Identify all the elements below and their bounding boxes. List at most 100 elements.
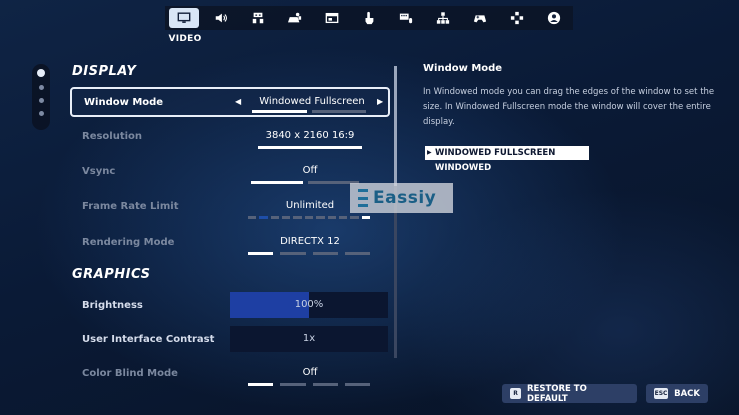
restore-default-button[interactable]: R RESTORE TO DEFAULT: [502, 383, 637, 404]
setting-ui-contrast[interactable]: User Interface Contrast 1x: [70, 326, 390, 356]
section-navigator: [32, 64, 50, 130]
key-hint-esc-icon: ESC: [654, 388, 669, 399]
section-dot-graphics[interactable]: [38, 85, 44, 90]
help-title: Window Mode: [423, 63, 503, 74]
dpad-icon: [510, 11, 524, 25]
setting-label: Brightness: [82, 300, 143, 311]
section-dot-4[interactable]: [38, 111, 44, 116]
setting-value: Off: [302, 165, 318, 176]
option-segment: [270, 216, 280, 219]
help-option-windowed: WINDOWED: [435, 163, 492, 173]
option-segment: [338, 216, 348, 219]
setting-frame-rate-limit[interactable]: Frame Rate Limit Unlimited: [70, 193, 390, 223]
contrast-slider[interactable]: 1x: [230, 326, 388, 352]
option-indicator: [248, 252, 370, 255]
tab-ui[interactable]: [317, 8, 347, 28]
settings-tab-bar: [165, 6, 573, 30]
option-segment: [311, 110, 366, 113]
tab-controller-touch[interactable]: [280, 8, 310, 28]
active-tab-caption: VIDEO: [168, 34, 202, 44]
tab-audio[interactable]: [206, 8, 236, 28]
tab-touch[interactable]: [354, 8, 384, 28]
keyboard-mouse-icon: [399, 13, 413, 24]
gamepad-icon: [473, 15, 487, 23]
restore-default-label: RESTORE TO DEFAULT: [527, 383, 587, 404]
option-segment: [252, 110, 307, 113]
back-label: BACK: [674, 388, 700, 399]
back-button[interactable]: ESC BACK: [646, 384, 708, 403]
option-segment: [258, 146, 362, 149]
setting-value: 100%: [294, 299, 324, 310]
setting-rendering-mode[interactable]: Rendering Mode DIRECTX 12: [70, 229, 390, 259]
watermark-logo-icon: [358, 189, 368, 207]
option-indicator: [248, 383, 370, 386]
network-icon: [436, 12, 450, 24]
controller-touch-icon: [288, 12, 302, 23]
setting-label: Vsync: [82, 166, 116, 177]
brightness-slider[interactable]: 100%: [230, 292, 388, 318]
setting-label: Frame Rate Limit: [82, 201, 179, 212]
watermark: Eassiy: [350, 183, 453, 213]
option-indicator: [252, 110, 366, 113]
setting-value: 3840 x 2160 16:9: [265, 130, 355, 141]
option-segment: [344, 252, 370, 255]
setting-label: Rendering Mode: [82, 237, 175, 248]
option-segment: [312, 252, 338, 255]
tab-controller-bindings[interactable]: [502, 8, 532, 28]
option-segment: [248, 252, 274, 255]
option-segment: [280, 383, 306, 386]
setting-brightness[interactable]: Brightness 100%: [70, 292, 390, 322]
help-option-windowed-fullscreen: WINDOWED FULLSCREEN: [425, 146, 589, 160]
tab-video[interactable]: [169, 8, 199, 28]
setting-value: DIRECTX 12: [280, 236, 340, 247]
option-segment: [280, 252, 306, 255]
tab-network[interactable]: [428, 8, 458, 28]
option-segment: [344, 383, 370, 386]
setting-window-mode[interactable]: Window Mode ◀ Windowed Fullscreen ▶: [70, 87, 390, 117]
monitor-icon: [177, 12, 191, 23]
option-segment: [327, 216, 336, 219]
setting-label: Resolution: [82, 131, 143, 142]
tab-controller[interactable]: [465, 8, 495, 28]
option-segment: [293, 216, 302, 219]
tab-account[interactable]: [539, 8, 569, 28]
section-dot-display[interactable]: [37, 69, 45, 77]
section-title-graphics: GRAPHICS: [72, 267, 151, 282]
account-icon: [547, 11, 561, 25]
section-dot-3[interactable]: [38, 98, 44, 103]
option-indicator: [248, 216, 370, 219]
option-segment: [248, 216, 257, 219]
setting-value: 1x: [302, 333, 316, 344]
setting-value: Off: [302, 367, 318, 378]
setting-label: User Interface Contrast: [82, 334, 215, 345]
key-hint-r-icon: R: [510, 388, 521, 399]
tab-keyboard-mouse[interactable]: [391, 8, 421, 28]
section-title-display: DISPLAY: [72, 64, 137, 79]
arrow-right-icon[interactable]: ▶: [377, 97, 383, 106]
watermark-text: Eassiy: [373, 188, 437, 208]
option-indicator: [251, 181, 359, 184]
help-description: In Windowed mode you can drag the edges …: [423, 87, 715, 127]
option-segment: [361, 216, 370, 219]
tab-accessibility[interactable]: [243, 8, 273, 28]
window-icon: [325, 12, 339, 24]
option-segment: [312, 383, 338, 386]
setting-value: Windowed Fullscreen: [259, 96, 365, 107]
touch-hand-icon: [365, 11, 374, 25]
option-segment: [248, 383, 274, 386]
setting-vsync[interactable]: Vsync Off: [70, 158, 390, 188]
option-segment: [350, 216, 359, 219]
option-segment: [316, 216, 325, 219]
setting-label: Window Mode: [84, 97, 164, 108]
scrollbar-thumb[interactable]: [394, 66, 397, 186]
option-segment: [304, 216, 314, 219]
arrow-left-icon[interactable]: ◀: [235, 97, 241, 106]
option-segment: [259, 216, 268, 219]
setting-color-blind-mode[interactable]: Color Blind Mode Off: [70, 360, 390, 390]
option-indicator: [258, 146, 362, 149]
speaker-icon: [215, 13, 227, 23]
setting-resolution[interactable]: Resolution 3840 x 2160 16:9: [70, 123, 390, 153]
setting-label: Color Blind Mode: [82, 368, 178, 379]
accessibility-icon: [252, 12, 264, 24]
option-segment: [251, 181, 303, 184]
